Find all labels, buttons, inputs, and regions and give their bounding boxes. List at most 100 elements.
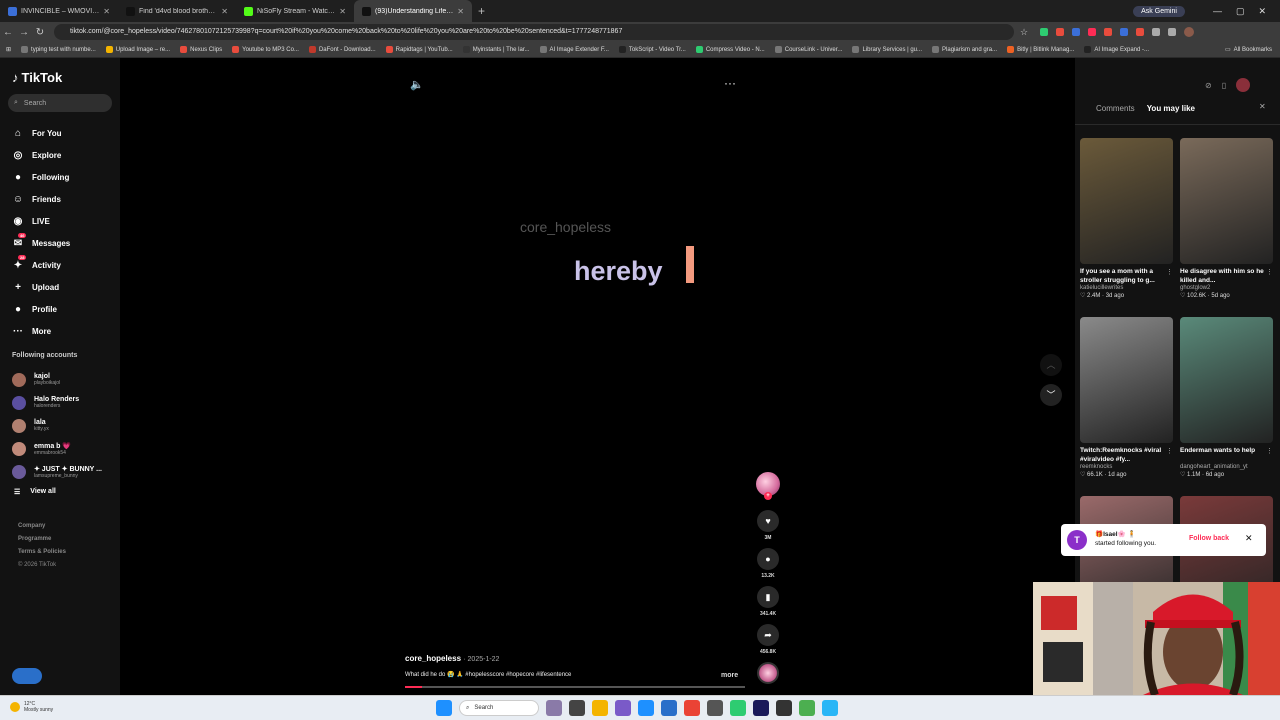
tab-you-may-like[interactable]: You may like	[1147, 104, 1195, 113]
user-avatar[interactable]	[1236, 78, 1251, 92]
video-thumbnail[interactable]	[1180, 138, 1273, 264]
close-tab-icon[interactable]: ✕	[103, 7, 110, 16]
tiktok-logo[interactable]: ♪ TikTok	[12, 70, 62, 85]
app-icon[interactable]	[615, 700, 631, 716]
next-video-button[interactable]: ﹀	[1040, 384, 1062, 406]
sidebar-item-for-you[interactable]: ⌂ For You	[12, 122, 70, 144]
more-options-icon[interactable]: ···	[724, 76, 736, 90]
extension-icon[interactable]	[1072, 28, 1081, 36]
premiere-icon[interactable]	[753, 700, 769, 716]
close-window-icon[interactable]: ✕	[1258, 6, 1266, 17]
forward-icon[interactable]: →	[16, 27, 32, 38]
video-thumbnail[interactable]	[1080, 138, 1173, 264]
sidebar-item-more[interactable]: ··· More	[12, 320, 70, 342]
extension-icon[interactable]	[1152, 28, 1161, 36]
extension-icon[interactable]	[1056, 28, 1065, 36]
video-progress-bar[interactable]	[405, 686, 745, 688]
chrome-icon[interactable]	[684, 700, 700, 716]
all-bookmarks-button[interactable]: ▭ All Bookmarks	[1225, 46, 1280, 54]
extension-icon[interactable]	[1088, 28, 1097, 36]
weather-widget[interactable]: 12°C Mostly sunny	[10, 701, 53, 713]
footer-link[interactable]: Programme	[18, 533, 66, 546]
profile-avatar-icon[interactable]	[1184, 27, 1195, 37]
extension-icon[interactable]	[1104, 28, 1113, 36]
reload-icon[interactable]: ↻	[32, 27, 48, 38]
extension-icon[interactable]	[1136, 28, 1145, 36]
app-icon[interactable]	[822, 700, 838, 716]
card-menu-icon[interactable]: ⋮	[1166, 268, 1173, 276]
video-player[interactable]: 🔈 ··· core_hopeless hereby ︿ ﹀ + ♥ 3M ● …	[120, 58, 1075, 695]
bookmark-item[interactable]: Rapidtags | YouTub...	[385, 46, 453, 53]
task-view-icon[interactable]	[569, 700, 585, 716]
sidebar-item-following[interactable]: ● Following	[12, 166, 70, 188]
close-tab-icon[interactable]: ✕	[221, 7, 228, 16]
bookmark-item[interactable]: Nexus Clips	[180, 46, 222, 53]
card-menu-icon[interactable]: ⋮	[1266, 447, 1273, 455]
close-tab-icon[interactable]: ✕	[457, 7, 464, 16]
minecraft-icon[interactable]	[799, 700, 815, 716]
sidebar-item-explore[interactable]: ◎ Explore	[12, 144, 70, 166]
comment-button[interactable]: ●	[757, 548, 779, 570]
app-icon[interactable]	[730, 700, 746, 716]
app-icon[interactable]	[638, 700, 654, 716]
video-thumbnail[interactable]	[1180, 317, 1273, 443]
search-input[interactable]: ⌕ Search	[8, 94, 112, 112]
following-account[interactable]: kajol playboikajol	[12, 368, 102, 391]
apps-grid-icon[interactable]: ⊞	[6, 46, 11, 53]
extension-icon[interactable]	[1040, 28, 1049, 36]
save-button[interactable]: ▮	[757, 586, 779, 608]
app-icon[interactable]	[661, 700, 677, 716]
sidebar-item-messages[interactable]: ✉ 46 Messages	[12, 232, 70, 254]
sidebar-item-activity[interactable]: ✦ 28 Activity	[12, 254, 70, 276]
view-all-link[interactable]: ☰ View all	[14, 488, 56, 496]
bookmark-item[interactable]: TokScript - Video Tr...	[618, 46, 686, 53]
coin-icon[interactable]: ⊘	[1205, 81, 1212, 90]
extension-icon[interactable]	[1120, 28, 1129, 36]
file-explorer-icon[interactable]	[592, 700, 608, 716]
close-notification-icon[interactable]: ✕	[1245, 533, 1253, 544]
follow-notification[interactable]: T 🎁Isael🌸 🧍 started following you. Follo…	[1061, 524, 1266, 556]
theme-toggle[interactable]	[12, 668, 42, 684]
bookmark-item[interactable]: Compress Video - N...	[695, 46, 765, 53]
sidebar-item-upload[interactable]: + Upload	[12, 276, 70, 298]
follow-plus-icon[interactable]: +	[764, 492, 772, 500]
app-icon[interactable]	[546, 700, 562, 716]
creator-avatar[interactable]: +	[756, 472, 780, 500]
previous-video-button[interactable]: ︿	[1040, 354, 1062, 376]
bookmark-star-icon[interactable]: ☆	[1020, 27, 1028, 38]
new-tab-button[interactable]: +	[472, 4, 491, 18]
recommended-video-card[interactable]: If you see a mom with a stroller struggl…	[1080, 138, 1173, 299]
back-icon[interactable]: ←	[0, 27, 16, 38]
close-tab-icon[interactable]: ✕	[339, 7, 346, 16]
bookmark-item[interactable]: CourseLink - Univer...	[774, 46, 842, 53]
bookmark-item[interactable]: Bitly | Bitlink Manag...	[1007, 46, 1074, 53]
app-icon[interactable]	[707, 700, 723, 716]
recommended-video-card[interactable]: Twitch:Reemknocks #viral #viralvideo #fy…	[1080, 317, 1173, 478]
extension-icon[interactable]	[1168, 28, 1177, 36]
like-button[interactable]: ♥	[757, 510, 779, 532]
following-account[interactable]: lala kitty.yx	[12, 414, 102, 437]
browser-tab[interactable]: NiSoFly Stream - Watch Live on✕	[236, 0, 354, 22]
bookmark-item[interactable]: Library Services | gu...	[852, 46, 922, 53]
recommended-video-card[interactable]: He disagree with him so he killed and...…	[1180, 138, 1273, 299]
browser-tab[interactable]: INVINCIBLE – WMOVIES ✕	[0, 0, 118, 22]
card-menu-icon[interactable]: ⋮	[1266, 268, 1273, 276]
following-account[interactable]: ✦ JUST ✦ BUNNY ... lamsupreme_bunny	[12, 460, 102, 483]
bookmark-item[interactable]: typing test with numbe...	[21, 46, 96, 53]
maximize-icon[interactable]: ▢	[1236, 6, 1245, 17]
bookmark-item[interactable]: Myinstants | The lar...	[462, 46, 530, 53]
bookmark-item[interactable]: Youtube to MP3 Co...	[232, 46, 299, 53]
video-thumbnail[interactable]	[1080, 317, 1173, 443]
bookmark-item[interactable]: AI Image Extender F...	[539, 46, 609, 53]
tab-comments[interactable]: Comments	[1096, 104, 1135, 113]
footer-link[interactable]: Company	[18, 520, 66, 533]
sound-disc-icon[interactable]	[757, 662, 779, 684]
bookmark-item[interactable]: AI Image Expand -...	[1084, 46, 1149, 53]
footer-link[interactable]: Terms & Policies	[18, 546, 66, 559]
volume-icon[interactable]: 🔈	[410, 78, 424, 91]
device-icon[interactable]: ▯	[1222, 81, 1226, 90]
share-button[interactable]: ➦	[757, 624, 779, 646]
following-account[interactable]: emma b 💗 emmabrook54	[12, 437, 102, 460]
follow-back-button[interactable]: Follow back	[1189, 535, 1229, 542]
bookmark-item[interactable]: Upload Image – re...	[105, 46, 170, 53]
